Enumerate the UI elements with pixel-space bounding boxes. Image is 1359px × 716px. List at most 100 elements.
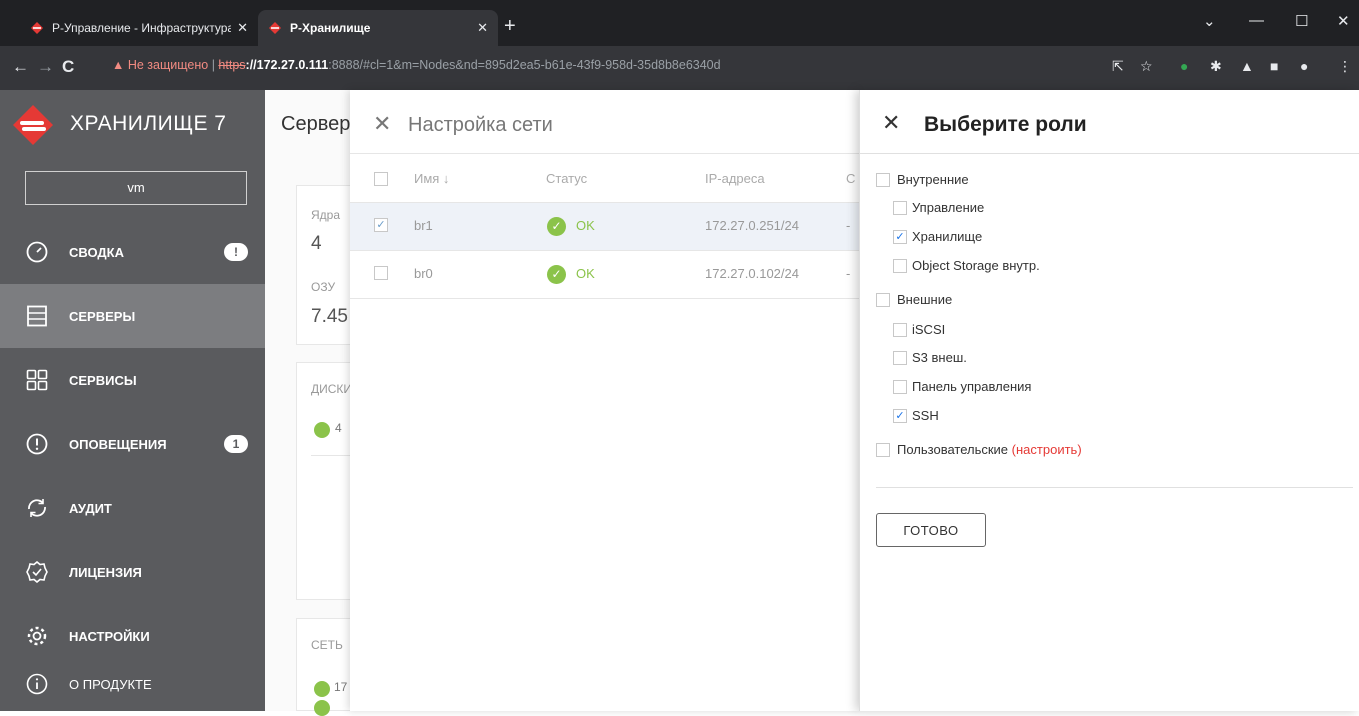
role-checkbox-iscsi[interactable] [893,323,907,337]
sidebar-item-services[interactable]: СЕРВИСЫ [0,348,265,412]
node-selector[interactable]: vm [25,171,247,205]
flask-extension-icon[interactable]: ▲ [1240,58,1254,74]
role-group-label: Внешние [897,292,953,307]
ram-label: ОЗУ [311,280,336,294]
disks-card [296,362,356,600]
ok-status-icon [314,422,330,438]
role-label: Object Storage внутр. [912,258,1040,273]
role-group-checkbox-custom[interactable] [876,443,890,457]
role-label: Панель управления [912,379,1032,394]
sidebar-item-label: АУДИТ [69,500,112,516]
bookmark-star-icon[interactable]: ☆ [1140,58,1153,75]
role-group-label: Внутренние [897,172,969,187]
shield-extension-icon[interactable]: ● [1180,58,1188,74]
gauge-icon [26,241,48,263]
role-checkbox-management[interactable] [893,201,907,215]
sidebar-item-servers[interactable]: СЕРВЕРЫ [0,284,265,348]
role-label: S3 внеш. [912,350,967,365]
role-checkbox-object-storage[interactable] [893,259,907,273]
sidebar-item-label: СВОДКА [69,244,124,260]
brand-logo-icon [13,105,53,145]
extensions-puzzle-icon[interactable]: ✱ [1210,58,1222,75]
roles-cell: - [846,218,851,233]
browser-tab-infrastructure[interactable]: Р-Управление - Инфраструктура ✕ [20,10,258,46]
sidebar-item-summary[interactable]: СВОДКА ! [0,220,265,284]
role-label: SSH [912,408,939,423]
ip-address: 172.27.0.102/24 [705,266,799,281]
role-group-label: Пользовательские (настроить) [897,442,1082,457]
interface-name: br1 [414,218,433,233]
configure-custom-roles-link[interactable]: (настроить) [1012,442,1082,457]
page-title: Сервер [281,113,351,135]
divider [350,153,860,154]
sidebar-item-about[interactable]: О ПРОДУКТЕ [0,658,265,710]
cores-value: 4 [311,233,322,254]
tab-title: Р-Хранилище [290,21,371,35]
select-all-checkbox[interactable] [374,172,388,186]
ok-status-icon: ✓ [547,217,566,236]
minimize-window-icon[interactable]: — [1249,12,1264,29]
alerts-count-badge: 1 [224,435,248,453]
close-tab-icon[interactable]: ✕ [237,20,248,36]
back-arrow-icon[interactable]: ← [12,58,29,76]
reload-icon[interactable]: C [62,58,74,76]
url-host: ://172.27.0.111 [245,58,329,72]
browser-tab-storage[interactable]: Р-Хранилище ✕ [258,10,498,46]
sidebar-item-label: О ПРОДУКТЕ [69,676,152,692]
refresh-icon [28,499,46,517]
tab-title: Р-Управление - Инфраструктура [52,21,232,35]
status-text: OK [576,218,595,233]
warning-icon: ▲ [112,58,128,72]
close-icon[interactable]: ✕ [882,112,900,134]
browser-tab-strip: Р-Управление - Инфраструктура ✕ Р-Хранил… [0,0,1359,46]
url-scheme: https [218,58,246,72]
role-checkbox-storage[interactable]: ✓ [893,230,907,244]
license-icon [26,561,48,583]
role-label: Управление [912,200,985,215]
network-card [296,618,356,711]
disks-count: 4 [335,421,342,435]
forward-arrow-icon[interactable]: → [37,58,54,76]
column-header-name[interactable]: Имя ↓ [414,171,449,186]
close-tab-icon[interactable]: ✕ [477,20,488,36]
interface-name: br0 [414,266,433,281]
done-button[interactable]: ГОТОВО [876,513,986,547]
side-panel-icon[interactable]: ■ [1270,58,1278,74]
cores-label: Ядра [311,208,341,222]
role-checkbox-ssh[interactable]: ✓ [893,409,907,423]
alert-icon [26,433,48,455]
role-checkbox-admin-panel[interactable] [893,380,907,394]
role-group-checkbox-internal[interactable] [876,173,890,187]
security-indicator[interactable]: Не защищено [128,58,208,72]
new-tab-button[interactable]: + [504,16,516,36]
profile-avatar-icon[interactable]: ● [1300,58,1308,74]
status-text: OK [576,266,595,281]
brand-title: ХРАНИЛИЩЕ 7 [70,112,227,135]
column-header-roles[interactable]: С [846,171,855,186]
column-header-status[interactable]: Статус [546,171,587,186]
role-label: Хранилище [912,229,983,244]
sidebar-item-license[interactable]: ЛИЦЕНЗИЯ [0,540,265,604]
role-group-checkbox-external[interactable] [876,293,890,307]
role-checkbox-s3[interactable] [893,351,907,365]
sidebar-item-alerts[interactable]: ОПОВЕЩЕНИЯ 1 [0,412,265,476]
info-icon [26,673,48,695]
panel-title: Выберите роли [924,113,1087,136]
ok-status-icon [314,700,330,716]
url-field[interactable]: ▲ Не защищено | https://172.27.0.111:888… [112,58,721,72]
maximize-window-icon[interactable]: ☐ [1295,12,1308,30]
custom-roles-label: Пользовательские [897,442,1009,457]
close-icon[interactable]: ✕ [373,113,391,135]
share-icon[interactable]: ⇱ [1112,58,1124,75]
close-window-icon[interactable]: ✕ [1337,12,1350,30]
row-checkbox[interactable]: ✓ [374,218,388,232]
ok-status-icon [314,681,330,697]
sidebar-item-label: ОПОВЕЩЕНИЯ [69,436,167,452]
sidebar-item-label: СЕРВИСЫ [69,372,137,388]
browser-menu-icon[interactable]: ⋮ [1338,58,1352,75]
row-checkbox[interactable] [374,266,388,280]
column-header-ip[interactable]: IP-адреса [705,171,765,186]
tab-search-icon[interactable]: ⌄ [1203,12,1216,30]
network-value: 17 [334,680,348,694]
sidebar-item-audit[interactable]: АУДИТ [0,476,265,540]
